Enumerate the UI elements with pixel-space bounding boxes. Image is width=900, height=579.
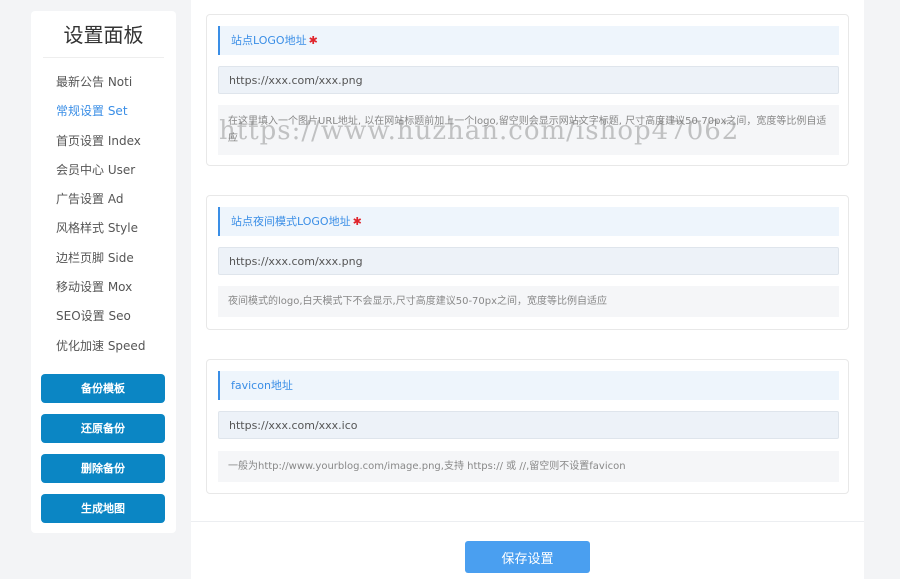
dark-logo-field-hint: 夜间模式的logo,白天模式下不会显示,尺寸高度建议50-70px之间，宽度等比…	[218, 286, 839, 317]
sidebar-item-home[interactable]: 首页设置 Index	[31, 127, 176, 156]
settings-sidebar: 设置面板 最新公告 Noti 常规设置 Set 首页设置 Index 会员中心 …	[31, 11, 176, 533]
delete-backup-button[interactable]: 删除备份	[41, 454, 165, 483]
dark-logo-url-input[interactable]	[218, 247, 839, 275]
save-settings-button[interactable]: 保存设置	[465, 541, 590, 573]
sidebar-title: 设置面板	[43, 11, 164, 58]
favicon-field-label: favicon地址	[218, 371, 839, 400]
sidebar-item-user[interactable]: 会员中心 User	[31, 156, 176, 185]
footer-divider	[191, 521, 864, 522]
sidebar-item-notice[interactable]: 最新公告 Noti	[31, 68, 176, 97]
favicon-url-input[interactable]	[218, 411, 839, 439]
logo-field-label: 站点LOGO地址 ✱	[218, 26, 839, 55]
sidebar-item-speed[interactable]: 优化加速 Speed	[31, 332, 176, 361]
settings-main-panel: 站点LOGO地址✱ 在这里填入一个图片URL地址, 以在网站标题前加上一个log…	[191, 0, 864, 579]
required-mark-icon: ✱	[352, 215, 362, 228]
dark-logo-field-label: 站点夜间模式LOGO地址 ✱	[218, 207, 839, 236]
favicon-field-card: favicon地址 一般为http://www.yourblog.com/ima…	[206, 359, 849, 494]
dark-logo-field-card: 站点夜间模式LOGO地址✱ 夜间模式的logo,白天模式下不会显示,尺寸高度建议…	[206, 195, 849, 330]
logo-url-input[interactable]	[218, 66, 839, 94]
sidebar-item-seo[interactable]: SEO设置 Seo	[31, 302, 176, 331]
sidebar-item-side[interactable]: 边栏页脚 Side	[31, 244, 176, 273]
generate-sitemap-button[interactable]: 生成地图	[41, 494, 165, 523]
logo-field-hint: 在这里填入一个图片URL地址, 以在网站标题前加上一个logo,留空则会显示网站…	[218, 105, 839, 155]
required-mark-icon: ✱	[308, 34, 318, 47]
sidebar-menu: 最新公告 Noti 常规设置 Set 首页设置 Index 会员中心 User …	[31, 68, 176, 361]
restore-backup-button[interactable]: 还原备份	[41, 414, 165, 443]
sidebar-item-mobile[interactable]: 移动设置 Mox	[31, 273, 176, 302]
sidebar-item-ad[interactable]: 广告设置 Ad	[31, 185, 176, 214]
backup-template-button[interactable]: 备份模板	[41, 374, 165, 403]
dark-logo-field-label-text: 站点夜间模式LOGO地址	[231, 215, 351, 228]
logo-field-label-text: 站点LOGO地址	[231, 34, 307, 47]
favicon-field-hint: 一般为http://www.yourblog.com/image.png,支持 …	[218, 451, 839, 482]
sidebar-item-style[interactable]: 风格样式 Style	[31, 214, 176, 243]
sidebar-item-general[interactable]: 常规设置 Set	[31, 97, 176, 126]
favicon-field-label-text: favicon地址	[231, 379, 293, 392]
logo-field-card: 站点LOGO地址✱ 在这里填入一个图片URL地址, 以在网站标题前加上一个log…	[206, 14, 849, 166]
